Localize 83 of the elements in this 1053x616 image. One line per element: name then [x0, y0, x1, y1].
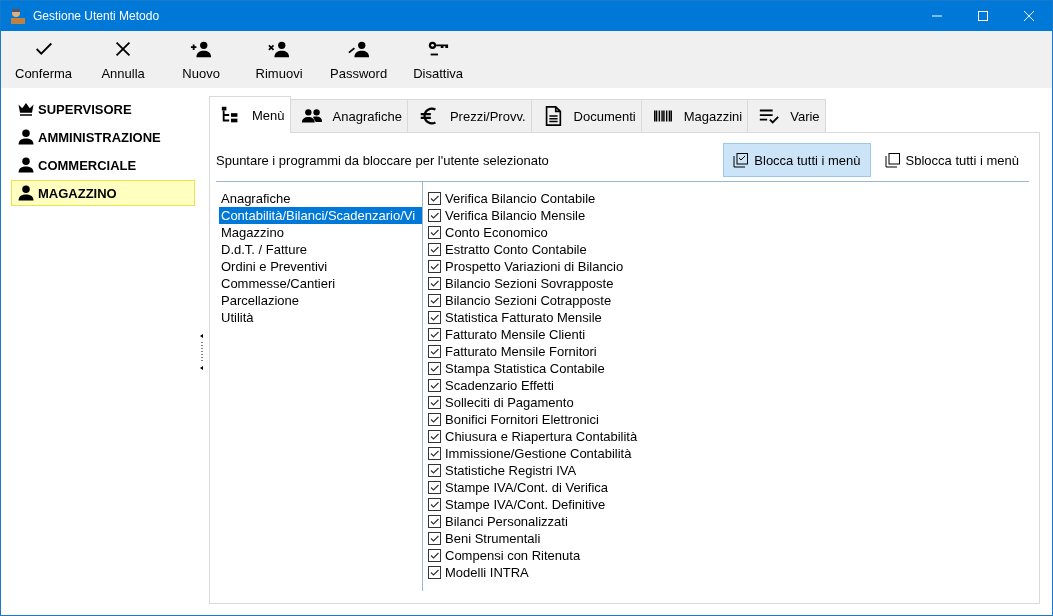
user-item[interactable]: SUPERVISORE	[11, 96, 195, 122]
program-label: Statistica Fatturato Mensile	[445, 310, 602, 325]
program-label: Conto Economico	[445, 225, 548, 240]
tab[interactable]: Menù	[209, 96, 291, 133]
tab[interactable]: Anagrafiche	[289, 99, 408, 132]
checkbox[interactable]	[428, 549, 441, 562]
program-label: Fatturato Mensile Fornitori	[445, 344, 597, 359]
program-label: Verifica Bilancio Mensile	[445, 208, 586, 223]
checkbox[interactable]	[428, 515, 441, 528]
checkbox[interactable]	[428, 566, 441, 579]
checkbox[interactable]	[428, 532, 441, 545]
checkbox[interactable]	[428, 345, 441, 358]
tab[interactable]: Documenti	[530, 99, 642, 132]
instruction-text: Spuntare i programmi da bloccare per l'utente selezionato	[216, 152, 550, 168]
program-label: Beni Strumentali	[445, 531, 541, 546]
person-icon	[17, 128, 35, 146]
checkbox[interactable]	[428, 209, 441, 222]
user-item[interactable]: AMMINISTRAZIONE	[11, 124, 195, 150]
close-icon[interactable]	[1023, 10, 1035, 22]
splitter-grip-icon[interactable]	[200, 331, 204, 372]
stacked-square-icon	[884, 152, 901, 168]
toolbar-button[interactable]: Rimuovi	[246, 31, 313, 88]
program-label: Stampe IVA/Cont. Definitive	[445, 497, 606, 512]
checkbox[interactable]	[428, 277, 441, 290]
category-item[interactable]: Contabilità/Bilanci/Scadenzario/Vi	[219, 207, 422, 224]
toolbar-button[interactable]: Nuovo	[168, 31, 235, 88]
checkbox[interactable]	[428, 464, 441, 477]
toolbar-button[interactable]: Annulla	[90, 31, 157, 88]
tab[interactable]: Varie	[747, 99, 826, 132]
toolbar-button[interactable]: Conferma	[9, 31, 79, 88]
toolbar-button[interactable]: Password	[324, 31, 394, 88]
checkbox[interactable]	[428, 226, 441, 239]
program-label: Stampa Statistica Contabile	[445, 361, 605, 376]
checkbox[interactable]	[428, 192, 441, 205]
program-label: Bilancio Sezioni Sovrapposte	[445, 276, 614, 291]
checkbox[interactable]	[428, 379, 441, 392]
checkbox[interactable]	[428, 396, 441, 409]
window-title: Gestione Utenti Metodo	[33, 9, 161, 23]
category-item[interactable]: Magazzino	[219, 224, 422, 241]
program-label: Bonifici Fornitori Elettronici	[445, 412, 599, 427]
checkbox[interactable]	[428, 328, 441, 341]
category-item[interactable]: D.d.T. / Fatture	[219, 241, 422, 258]
user-item[interactable]: MAGAZZINO	[11, 180, 195, 206]
program-label: Statistiche Registri IVA	[445, 463, 577, 478]
checkbox[interactable]	[428, 430, 441, 443]
program-label: Bilanci Personalizzati	[445, 514, 568, 529]
program-label: Prospetto Variazioni di Bilancio	[445, 259, 624, 274]
checkbox[interactable]	[428, 447, 441, 460]
checkbox[interactable]	[428, 362, 441, 375]
category-item[interactable]: Ordini e Preventivi	[219, 258, 422, 275]
program-label: Solleciti di Pagamento	[445, 395, 574, 410]
checkbox[interactable]	[428, 260, 441, 273]
program-label: Estratto Conto Contabile	[445, 242, 587, 257]
person-at-desk-icon	[9, 7, 27, 25]
category-item[interactable]: Commesse/Cantieri	[219, 275, 422, 292]
category-item[interactable]: Anagrafiche	[219, 190, 422, 207]
checkbox[interactable]	[428, 294, 441, 307]
toolbar-button[interactable]: Disattiva	[405, 31, 472, 88]
program-label: Compensi con Ritenuta	[445, 548, 581, 563]
program-label: Immissione/Gestione Contabilità	[445, 446, 632, 461]
program-label: Scadenzario Effetti	[445, 378, 554, 393]
category-item[interactable]: Utilità	[219, 309, 422, 326]
checkbox[interactable]	[428, 481, 441, 494]
program-label: Stampe IVA/Cont. di Verifica	[445, 480, 609, 495]
program-label: Chiusura e Riapertura Contabilità	[445, 429, 638, 444]
program-label: Fatturato Mensile Clienti	[445, 327, 586, 342]
lock-all-button[interactable]: Blocca tutti i menù	[723, 143, 871, 177]
category-item[interactable]: Parcellazione	[219, 292, 422, 309]
maximize-icon[interactable]	[977, 10, 989, 22]
stacked-checkbox-icon	[733, 152, 750, 168]
checkbox[interactable]	[428, 498, 441, 511]
unlock-all-button[interactable]: Sblocca tutti i menù	[874, 143, 1029, 177]
program-label: Bilancio Sezioni Cotrapposte	[445, 293, 612, 308]
program-label: Verifica Bilancio Contabile	[445, 191, 596, 206]
checkbox[interactable]	[428, 243, 441, 256]
tab[interactable]: Magazzini	[640, 99, 749, 132]
checkbox[interactable]	[428, 311, 441, 324]
person-icon	[17, 184, 35, 202]
program-label: Modelli INTRA	[445, 565, 529, 580]
tab[interactable]: Prezzi/Provv.	[406, 99, 532, 132]
person-icon	[17, 156, 35, 174]
user-item[interactable]: COMMERCIALE	[11, 152, 195, 178]
checkbox[interactable]	[428, 413, 441, 426]
